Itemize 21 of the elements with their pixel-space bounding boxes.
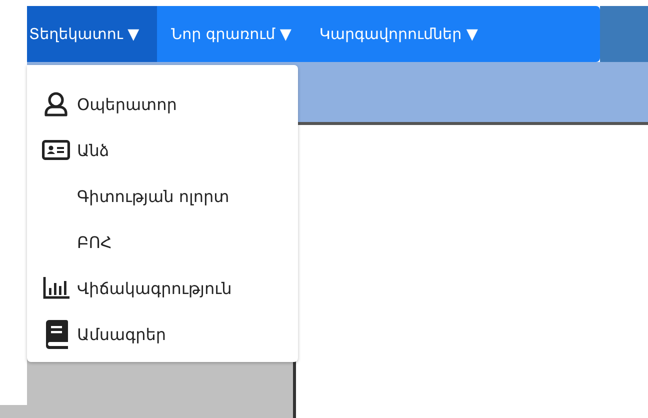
menu-item[interactable]: Ամսագրեր [41, 313, 298, 355]
menu-item[interactable]: Գիտության ոլորտ [41, 175, 298, 217]
nav-menu-item[interactable]: Կարգավորումներ ▼ [305, 6, 492, 62]
bar-chart-icon [42, 277, 70, 299]
menu-item-label: Վիճակագրություն [77, 278, 232, 298]
menu-item-label: Ամսագրեր [77, 324, 166, 344]
book-icon [44, 320, 68, 348]
header-panel [600, 6, 648, 62]
nav-menu-item[interactable]: Տեղեկատու ▼ [27, 6, 158, 62]
menu-item-label: ԲՈՀ [77, 232, 112, 252]
footer-panel [0, 405, 27, 418]
menu-item[interactable]: Անձ [41, 129, 298, 171]
menu-item-label: Անձ [77, 140, 110, 160]
user-icon [43, 91, 69, 117]
menu-item-label: Գիտության ոլորտ [77, 186, 230, 206]
id-card-icon [42, 140, 70, 160]
menu-item[interactable]: ԲՈՀ [41, 221, 298, 263]
menu-item[interactable]: Օպերատոր [41, 83, 298, 125]
nav-menu-item[interactable]: Նոր գրառում ▼ [157, 6, 306, 62]
menu-item[interactable]: Վիճակագրություն [41, 267, 298, 309]
menu-item-label: Օպերատոր [77, 94, 177, 114]
